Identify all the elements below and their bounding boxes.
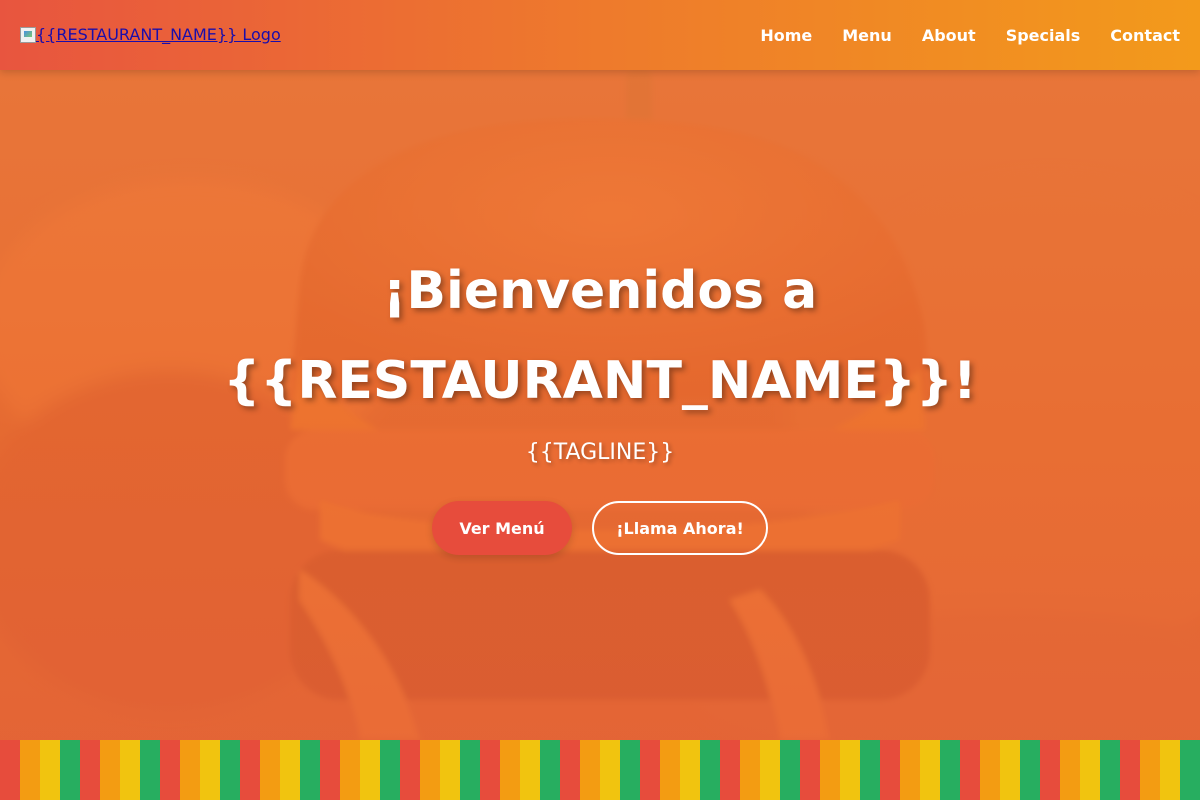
nav-link-contact[interactable]: Contact bbox=[1110, 26, 1180, 45]
stripe-segment bbox=[240, 740, 260, 800]
stripe-segment bbox=[620, 740, 640, 800]
stripe-segment bbox=[820, 740, 840, 800]
stripe-segment bbox=[340, 740, 360, 800]
stripe-segment bbox=[120, 740, 140, 800]
logo-alt-text: {{RESTAURANT_NAME}} Logo bbox=[36, 25, 281, 44]
stripe-segment bbox=[460, 740, 480, 800]
stripe-segment bbox=[140, 740, 160, 800]
stripe-segment bbox=[960, 740, 980, 800]
stripe-segment bbox=[200, 740, 220, 800]
stripe-segment bbox=[1040, 740, 1060, 800]
stripe-segment bbox=[180, 740, 200, 800]
stripe-segment bbox=[1100, 740, 1120, 800]
stripe-segment bbox=[980, 740, 1000, 800]
stripe-segment bbox=[0, 740, 20, 800]
stripe-segment bbox=[500, 740, 520, 800]
decorative-stripe-band bbox=[0, 740, 1200, 800]
stripe-segment bbox=[1140, 740, 1160, 800]
stripe-segment bbox=[40, 740, 60, 800]
stripe-segment bbox=[900, 740, 920, 800]
hero-buttons: Ver Menú ¡Llama Ahora! bbox=[432, 501, 768, 555]
stripe-segment bbox=[580, 740, 600, 800]
stripe-segment bbox=[860, 740, 880, 800]
stripe-segment bbox=[760, 740, 780, 800]
stripe-segment bbox=[400, 740, 420, 800]
stripe-segment bbox=[80, 740, 100, 800]
stripe-segment bbox=[480, 740, 500, 800]
stripe-segment bbox=[680, 740, 700, 800]
nav-link-specials[interactable]: Specials bbox=[1006, 26, 1081, 45]
broken-image-icon bbox=[20, 26, 36, 43]
stripe-segment bbox=[380, 740, 400, 800]
hero-title-line-2: {{RESTAURANT_NAME}}! bbox=[223, 351, 977, 411]
stripe-segment bbox=[560, 740, 580, 800]
hero-tagline: {{TAGLINE}} bbox=[525, 440, 675, 465]
nav-link-about[interactable]: About bbox=[922, 26, 976, 45]
stripe-segment bbox=[1160, 740, 1180, 800]
stripe-segment bbox=[740, 740, 760, 800]
restaurant-logo-link[interactable]: {{RESTAURANT_NAME}} Logo bbox=[20, 25, 281, 44]
stripe-segment bbox=[60, 740, 80, 800]
call-now-button[interactable]: ¡Llama Ahora! bbox=[592, 501, 768, 555]
stripe-segment bbox=[220, 740, 240, 800]
stripe-segment bbox=[360, 740, 380, 800]
stripe-segment bbox=[660, 740, 680, 800]
stripe-segment bbox=[300, 740, 320, 800]
stripe-segment bbox=[520, 740, 540, 800]
view-menu-button[interactable]: Ver Menú bbox=[432, 501, 572, 555]
stripe-segment bbox=[940, 740, 960, 800]
stripe-segment bbox=[780, 740, 800, 800]
stripe-segment bbox=[20, 740, 40, 800]
stripe-segment bbox=[600, 740, 620, 800]
stripe-segment bbox=[700, 740, 720, 800]
stripe-segment bbox=[640, 740, 660, 800]
stripe-segment bbox=[1020, 740, 1040, 800]
stripe-segment bbox=[880, 740, 900, 800]
stripe-segment bbox=[260, 740, 280, 800]
hero-content: ¡Bienvenidos a {{RESTAURANT_NAME}}! {{TA… bbox=[0, 70, 1200, 740]
stripe-segment bbox=[320, 740, 340, 800]
stripe-segment bbox=[1120, 740, 1140, 800]
nav-link-menu[interactable]: Menu bbox=[842, 26, 892, 45]
stripe-segment bbox=[440, 740, 460, 800]
hero-section: ¡Bienvenidos a {{RESTAURANT_NAME}}! {{TA… bbox=[0, 70, 1200, 740]
nav-link-home[interactable]: Home bbox=[760, 26, 812, 45]
stripe-segment bbox=[1000, 740, 1020, 800]
stripe-segment bbox=[1180, 740, 1200, 800]
top-navbar: {{RESTAURANT_NAME}} Logo Home Menu About… bbox=[0, 0, 1200, 70]
stripe-segment bbox=[800, 740, 820, 800]
stripe-segment bbox=[1060, 740, 1080, 800]
stripe-segment bbox=[1080, 740, 1100, 800]
stripe-segment bbox=[840, 740, 860, 800]
stripe-segment bbox=[540, 740, 560, 800]
nav-links: Home Menu About Specials Contact bbox=[760, 26, 1180, 45]
hero-title-line-1: ¡Bienvenidos a bbox=[382, 261, 818, 321]
stripe-segment bbox=[420, 740, 440, 800]
stripe-segment bbox=[720, 740, 740, 800]
stripe-segment bbox=[280, 740, 300, 800]
hero-title: ¡Bienvenidos a {{RESTAURANT_NAME}}! bbox=[223, 246, 976, 426]
stripe-segment bbox=[100, 740, 120, 800]
stripe-segment bbox=[920, 740, 940, 800]
stripe-segment bbox=[160, 740, 180, 800]
